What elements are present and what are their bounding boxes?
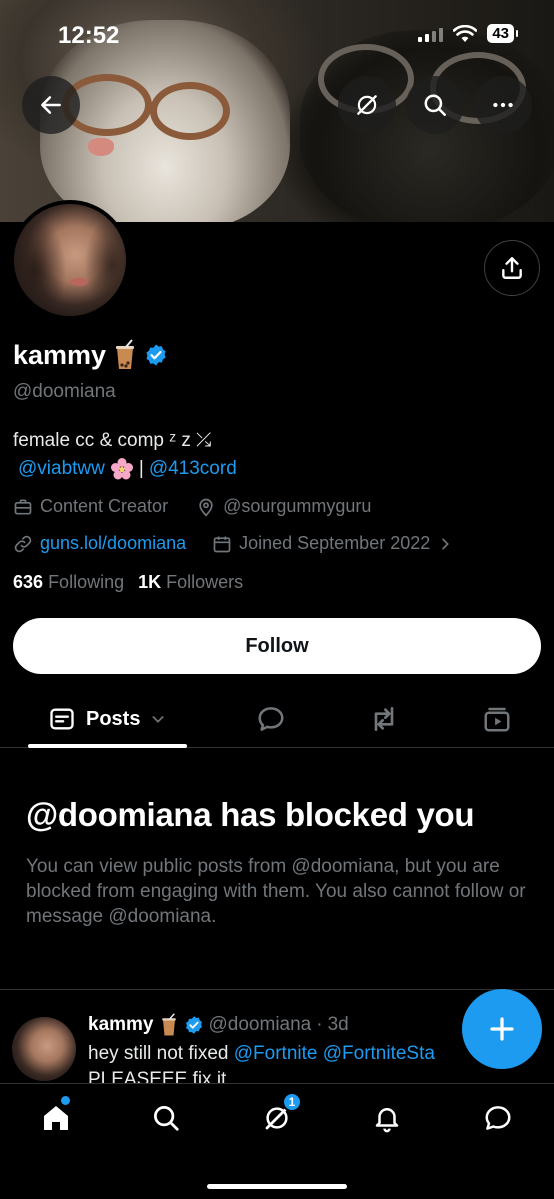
followers-link[interactable]: 1K Followers [138,572,243,593]
post-author-handle: @doomiana [208,1014,312,1035]
profile-avatar[interactable] [10,200,130,320]
nav-messages[interactable] [473,1098,523,1138]
cherry-blossom-icon [110,458,133,480]
tab-posts[interactable]: Posts [48,690,166,748]
post-avatar[interactable] [12,1017,76,1081]
more-button[interactable] [474,76,532,134]
plus-icon [490,1017,514,1041]
section-divider [0,989,554,990]
profile-location: @sourgummyguru [223,496,372,516]
reply-icon [258,707,284,731]
post-separator: · [316,1014,323,1035]
chevron-down-icon [152,716,164,723]
avatar-lips [70,278,88,286]
bio-links: @viabtww | @413cord [18,457,237,481]
nav-home[interactable] [31,1096,81,1138]
back-button[interactable] [22,76,80,134]
grok-button[interactable] [338,76,396,134]
wifi-icon [453,24,478,42]
more-icon [493,102,513,108]
search-icon [424,94,446,116]
status-time: 12:52 [58,22,120,49]
post-author-name[interactable]: kammy [88,1014,154,1036]
tab-replies[interactable] [256,690,286,748]
grok-badge: 1 [282,1092,302,1112]
calendar-icon [213,536,231,552]
nav-grok[interactable]: 1 [252,1092,302,1138]
blocked-title: @doomiana has blocked you [26,796,475,833]
nav-explore[interactable] [141,1098,191,1138]
briefcase-icon [14,499,32,514]
tab-media[interactable] [482,690,512,748]
bubble-tea-icon [161,1013,176,1036]
profile-meta-row-2: guns.lol/doomiana Joined September 2022 [13,533,453,554]
follow-button[interactable]: Follow [13,618,541,674]
grok-icon [357,95,377,115]
post-text-prefix: hey still not fixed [88,1043,234,1064]
profile-meta-row-1: Content Creator @sourgummyguru [13,496,371,517]
search-button[interactable] [406,76,464,134]
following-count: 636 [13,572,44,592]
bio-mention-link[interactable]: @viabtww [18,458,105,480]
home-indicator [207,1184,347,1189]
verified-badge-icon [146,344,166,366]
compose-post-button[interactable] [462,989,542,1069]
search-icon [154,1106,179,1131]
tab-active-indicator [28,744,187,748]
bell-icon [375,1108,399,1133]
avatar-hair [14,204,126,316]
profile-category: Content Creator [40,496,169,516]
media-icon [484,707,510,732]
follow-counts: 636 Following 1K Followers [13,572,243,593]
post-header: kammy @doomiana · 3d [88,1013,349,1037]
banner-cat-nose [88,138,114,156]
post-text-line-2: PLEASEEE fix it [88,1069,227,1083]
link-icon [14,535,32,552]
profile-tabs: Posts [0,690,554,748]
blocked-description: You can view public posts from @doomiana… [26,856,526,927]
bottom-navigation: 1 [0,1083,554,1199]
followers-label: Followers [166,572,244,592]
profile-name-row: kammy [13,339,168,371]
post-mention[interactable]: @FortniteSta [323,1043,435,1064]
arrow-left-icon [41,96,61,114]
bio-mention-link[interactable]: @413cord [149,458,237,480]
posts-icon [50,708,74,730]
bio-separator: | [138,458,144,479]
battery-indicator: 43 [487,24,518,43]
nav-notifications[interactable] [362,1098,412,1138]
tab-reposts[interactable] [368,690,400,748]
verified-badge-icon [185,1016,202,1034]
followers-count: 1K [138,572,162,592]
share-button[interactable] [484,240,540,296]
following-link[interactable]: 636 Following [13,572,124,593]
location-pin-icon [199,498,213,516]
share-icon [502,257,522,279]
banner-glasses [150,82,230,140]
home-icon [44,1106,68,1130]
tab-posts-label: Posts [86,707,141,730]
bubble-tea-icon [116,339,135,369]
repost-icon [374,707,394,731]
chevron-right-icon [442,538,450,549]
cellular-signal-icon [418,26,444,42]
post-mention[interactable]: @Fortnite [234,1043,318,1064]
profile-name: kammy [13,339,107,370]
status-indicators: 43 [418,24,518,43]
profile-handle: @doomiana [13,381,116,402]
profile-website-link[interactable]: guns.lol/doomiana [40,533,186,554]
chat-bubble-icon [485,1106,511,1130]
home-new-indicator [61,1096,70,1105]
profile-bio: female cc & comp ᶻ z ⤰ [13,430,212,451]
following-label: Following [48,572,125,592]
post-time: 3d [327,1014,349,1035]
profile-joined-date[interactable]: Joined September 2022 [239,533,430,554]
